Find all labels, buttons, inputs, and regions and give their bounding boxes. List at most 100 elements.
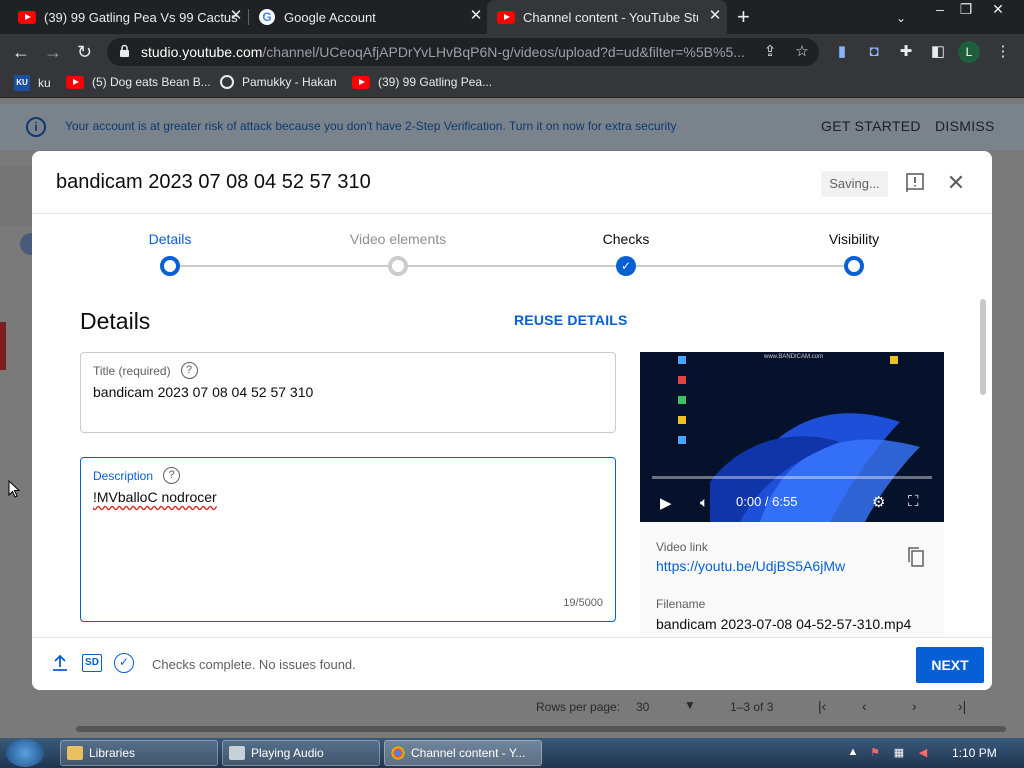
bookmark-dog-eats[interactable]: (5) Dog eats Bean B... (66, 75, 211, 89)
rows-dropdown-icon[interactable]: ▼ (684, 698, 696, 712)
next-button[interactable]: NEXT (916, 647, 984, 683)
back-icon[interactable]: ← (12, 42, 30, 62)
windows-taskbar: Libraries Playing Audio Channel content … (0, 738, 1024, 768)
copy-icon[interactable] (908, 547, 924, 567)
fullscreen-icon[interactable]: ⛶ (908, 493, 919, 510)
get-started-button[interactable]: GET STARTED (821, 118, 921, 134)
title-value[interactable]: bandicam 2023 07 08 04 52 57 310 (93, 384, 313, 400)
horizontal-scrollbar[interactable] (76, 726, 1006, 732)
browser-tab-bar: (39) 99 Gatling Pea Vs 99 Cactus ✕ G Goo… (0, 0, 1024, 34)
step-visibility-label[interactable]: Visibility (829, 231, 879, 247)
rows-per-page-label: Rows per page: (536, 700, 621, 714)
audio-window-icon (229, 746, 245, 760)
tab-channel-content[interactable]: Channel content - YouTube Studio ✕ (487, 0, 727, 34)
bookmark-gatling-pea[interactable]: (39) 99 Gatling Pea... (352, 75, 492, 89)
tab-search-icon[interactable]: ⌄ (896, 9, 906, 31)
settings-gear-icon[interactable]: ⚙ (872, 493, 885, 511)
video-watermark: www.BANDICAM.com (764, 354, 824, 360)
side-panel-icon[interactable]: ◧ (929, 43, 947, 61)
youtube-icon (18, 10, 36, 24)
video-progress-bar[interactable] (652, 476, 932, 479)
tab-title: Channel content - YouTube Studio (523, 9, 698, 25)
step-details-label[interactable]: Details (149, 231, 192, 247)
close-tab-icon[interactable]: ✕ (228, 8, 244, 24)
tab-title: Google Account (284, 9, 376, 25)
taskbar-item-playing-audio[interactable]: Playing Audio (222, 740, 380, 766)
bookmark-star-icon[interactable]: ☆ (793, 43, 811, 61)
video-link[interactable]: https://youtu.be/UdjBS5A6jMw (656, 558, 845, 574)
info-icon: i (26, 117, 46, 137)
step-visibility-dot[interactable] (844, 256, 864, 276)
tray-network-icon[interactable]: ▦ (892, 746, 906, 760)
forward-icon[interactable]: → (44, 42, 62, 62)
help-icon[interactable]: ? (163, 467, 181, 484)
next-page-icon[interactable]: › (912, 698, 917, 714)
bookmark-ku[interactable]: KU ku (14, 75, 51, 91)
volume-icon[interactable]: 🔈︎ (700, 494, 708, 511)
dialog-footer: SD ✓ Checks complete. No issues found. N… (32, 637, 992, 690)
profile-avatar[interactable]: L (958, 41, 980, 63)
address-bar[interactable]: studio.youtube.com/channel/UCeoqAfjAPDrY… (107, 38, 819, 66)
puzzle-extensions-icon[interactable]: ✚ (897, 43, 915, 61)
extension-icon[interactable]: ◘ (865, 43, 883, 61)
video-time: 0:00 / 6:55 (736, 494, 798, 509)
reload-icon[interactable]: ↻ (77, 42, 92, 62)
youtube-icon (497, 10, 515, 24)
feedback-flag-icon[interactable] (906, 173, 924, 193)
tab-gatling-pea[interactable]: (39) 99 Gatling Pea Vs 99 Cactus ✕ (0, 0, 248, 34)
security-banner: i Your account is at greater risk of att… (0, 104, 1024, 150)
share-icon[interactable]: ⇪ (761, 43, 779, 61)
checkmark-icon[interactable]: ✓ (616, 256, 636, 276)
tab-title: (39) 99 Gatling Pea Vs 99 Cactus (44, 9, 238, 25)
step-checks-label[interactable]: Checks (603, 231, 650, 247)
help-icon[interactable]: ? (180, 362, 198, 379)
play-icon[interactable]: ▶ (660, 494, 672, 512)
description-value[interactable]: !MVballoC nodrocer (93, 489, 217, 505)
tray-expand-icon[interactable]: ▲ (846, 746, 860, 760)
title-field[interactable]: Title (required) ? bandicam 2023 07 08 0… (80, 352, 616, 433)
dismiss-button[interactable]: DISMISS (935, 118, 995, 134)
step-connector (408, 265, 626, 267)
video-preview-panel: www.BANDICAM.com ▶ 🔈︎ 0:00 / 6:55 ⚙ ⛶ Vi… (640, 352, 944, 638)
tray-flag-icon[interactable]: ⚑ (868, 746, 882, 760)
step-video-elements-label[interactable]: Video elements (350, 231, 446, 247)
step-details-dot[interactable] (160, 256, 180, 276)
close-tab-icon[interactable]: ✕ (707, 8, 723, 24)
restore-icon[interactable]: ❐ (956, 0, 976, 22)
upload-icon (53, 654, 67, 671)
last-page-icon[interactable]: ›| (958, 698, 966, 714)
prev-page-icon[interactable]: ‹ (862, 698, 867, 714)
new-tab-icon[interactable]: + (737, 6, 750, 28)
video-controls: ▶ 🔈︎ 0:00 / 6:55 ⚙ ⛶ (640, 472, 944, 522)
upload-stepper: Details Video elements Checks ✓ Visibili… (32, 231, 992, 281)
filename-label: Filename (656, 597, 706, 611)
dialog-title: bandicam 2023 07 08 04 52 57 310 (56, 171, 371, 193)
tray-volume-icon[interactable]: ◀ (916, 746, 930, 760)
upload-dialog: bandicam 2023 07 08 04 52 57 310 Saving.… (32, 151, 992, 690)
taskbar-item-chrome[interactable]: Channel content - Y... (384, 740, 542, 766)
reuse-details-button[interactable]: REUSE DETAILS (514, 312, 628, 328)
description-label-text: Description (93, 468, 154, 483)
taskbar-item-label: Libraries (89, 746, 136, 760)
sd-badge-icon: SD (82, 654, 102, 672)
minimize-icon[interactable]: – (930, 0, 950, 22)
taskbar-item-libraries[interactable]: Libraries (60, 740, 218, 766)
folder-icon (67, 746, 83, 760)
window-close-icon[interactable]: ✕ (988, 0, 1008, 22)
video-player[interactable]: www.BANDICAM.com ▶ 🔈︎ 0:00 / 6:55 ⚙ ⛶ (640, 352, 944, 522)
menu-kebab-icon[interactable]: ⋮ (994, 43, 1012, 61)
tab-google-account[interactable]: G Google Account ✕ (248, 0, 488, 34)
dialog-scrollbar[interactable] (980, 299, 986, 395)
description-field[interactable]: Description ? !MVballoC nodrocer 19/5000 (80, 457, 616, 622)
step-video-elements-dot[interactable] (388, 256, 408, 276)
docs-extension-icon[interactable]: ▮ (833, 43, 851, 61)
sidebar-background (0, 166, 32, 226)
rows-per-page-value[interactable]: 30 (636, 700, 649, 714)
globe-icon (220, 75, 234, 89)
first-page-icon[interactable]: |‹ (818, 698, 826, 714)
taskbar-clock[interactable]: 1:10 PM (952, 746, 997, 760)
bookmark-pamukky[interactable]: Pamukky - Hakan (220, 75, 337, 89)
start-button[interactable] (6, 739, 44, 767)
close-dialog-icon[interactable]: ✕ (946, 172, 966, 194)
close-tab-icon[interactable]: ✕ (468, 8, 484, 24)
